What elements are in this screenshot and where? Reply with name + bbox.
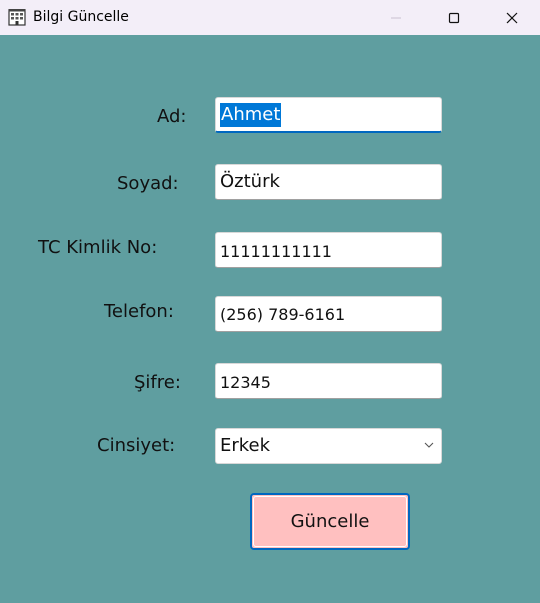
sifre-label: Şifre:	[134, 372, 181, 393]
maximize-button[interactable]	[431, 0, 477, 35]
soyad-value: Öztürk	[220, 171, 280, 192]
close-icon	[506, 12, 518, 23]
close-button[interactable]	[489, 0, 535, 35]
minimize-button[interactable]	[373, 0, 419, 35]
tc-value: 11111111111	[220, 242, 332, 261]
telefon-field[interactable]: (256) 789-6161	[215, 296, 442, 332]
cinsiyet-label: Cinsiyet:	[97, 435, 176, 456]
chevron-down-icon	[424, 442, 434, 448]
ad-label: Ad:	[157, 106, 187, 127]
tc-label: TC Kimlik No:	[38, 237, 158, 258]
ad-field[interactable]: Ahmet	[215, 97, 442, 133]
telefon-label: Telefon:	[104, 301, 174, 322]
window-title: Bilgi Güncelle	[33, 9, 129, 25]
telefon-value: (256) 789-6161	[220, 305, 346, 324]
ad-value: Ahmet	[220, 103, 282, 127]
cinsiyet-select[interactable]: Erkek	[215, 428, 442, 464]
minimize-icon	[391, 17, 401, 18]
app-window: Bilgi Güncelle Ad: Ahmet Soyad: Öztürk T…	[0, 0, 540, 603]
maximize-icon	[448, 12, 460, 23]
button-focus-ring	[253, 496, 407, 547]
cinsiyet-value: Erkek	[220, 435, 271, 456]
sifre-value: 12345	[220, 373, 271, 392]
soyad-field[interactable]: Öztürk	[215, 164, 442, 200]
title-bar[interactable]: Bilgi Güncelle	[0, 0, 540, 35]
soyad-label: Soyad:	[117, 173, 179, 194]
update-button[interactable]: Güncelle	[250, 493, 410, 550]
tc-field[interactable]: 11111111111	[215, 232, 442, 268]
building-icon	[8, 8, 26, 26]
sifre-field[interactable]: 12345	[215, 363, 442, 399]
